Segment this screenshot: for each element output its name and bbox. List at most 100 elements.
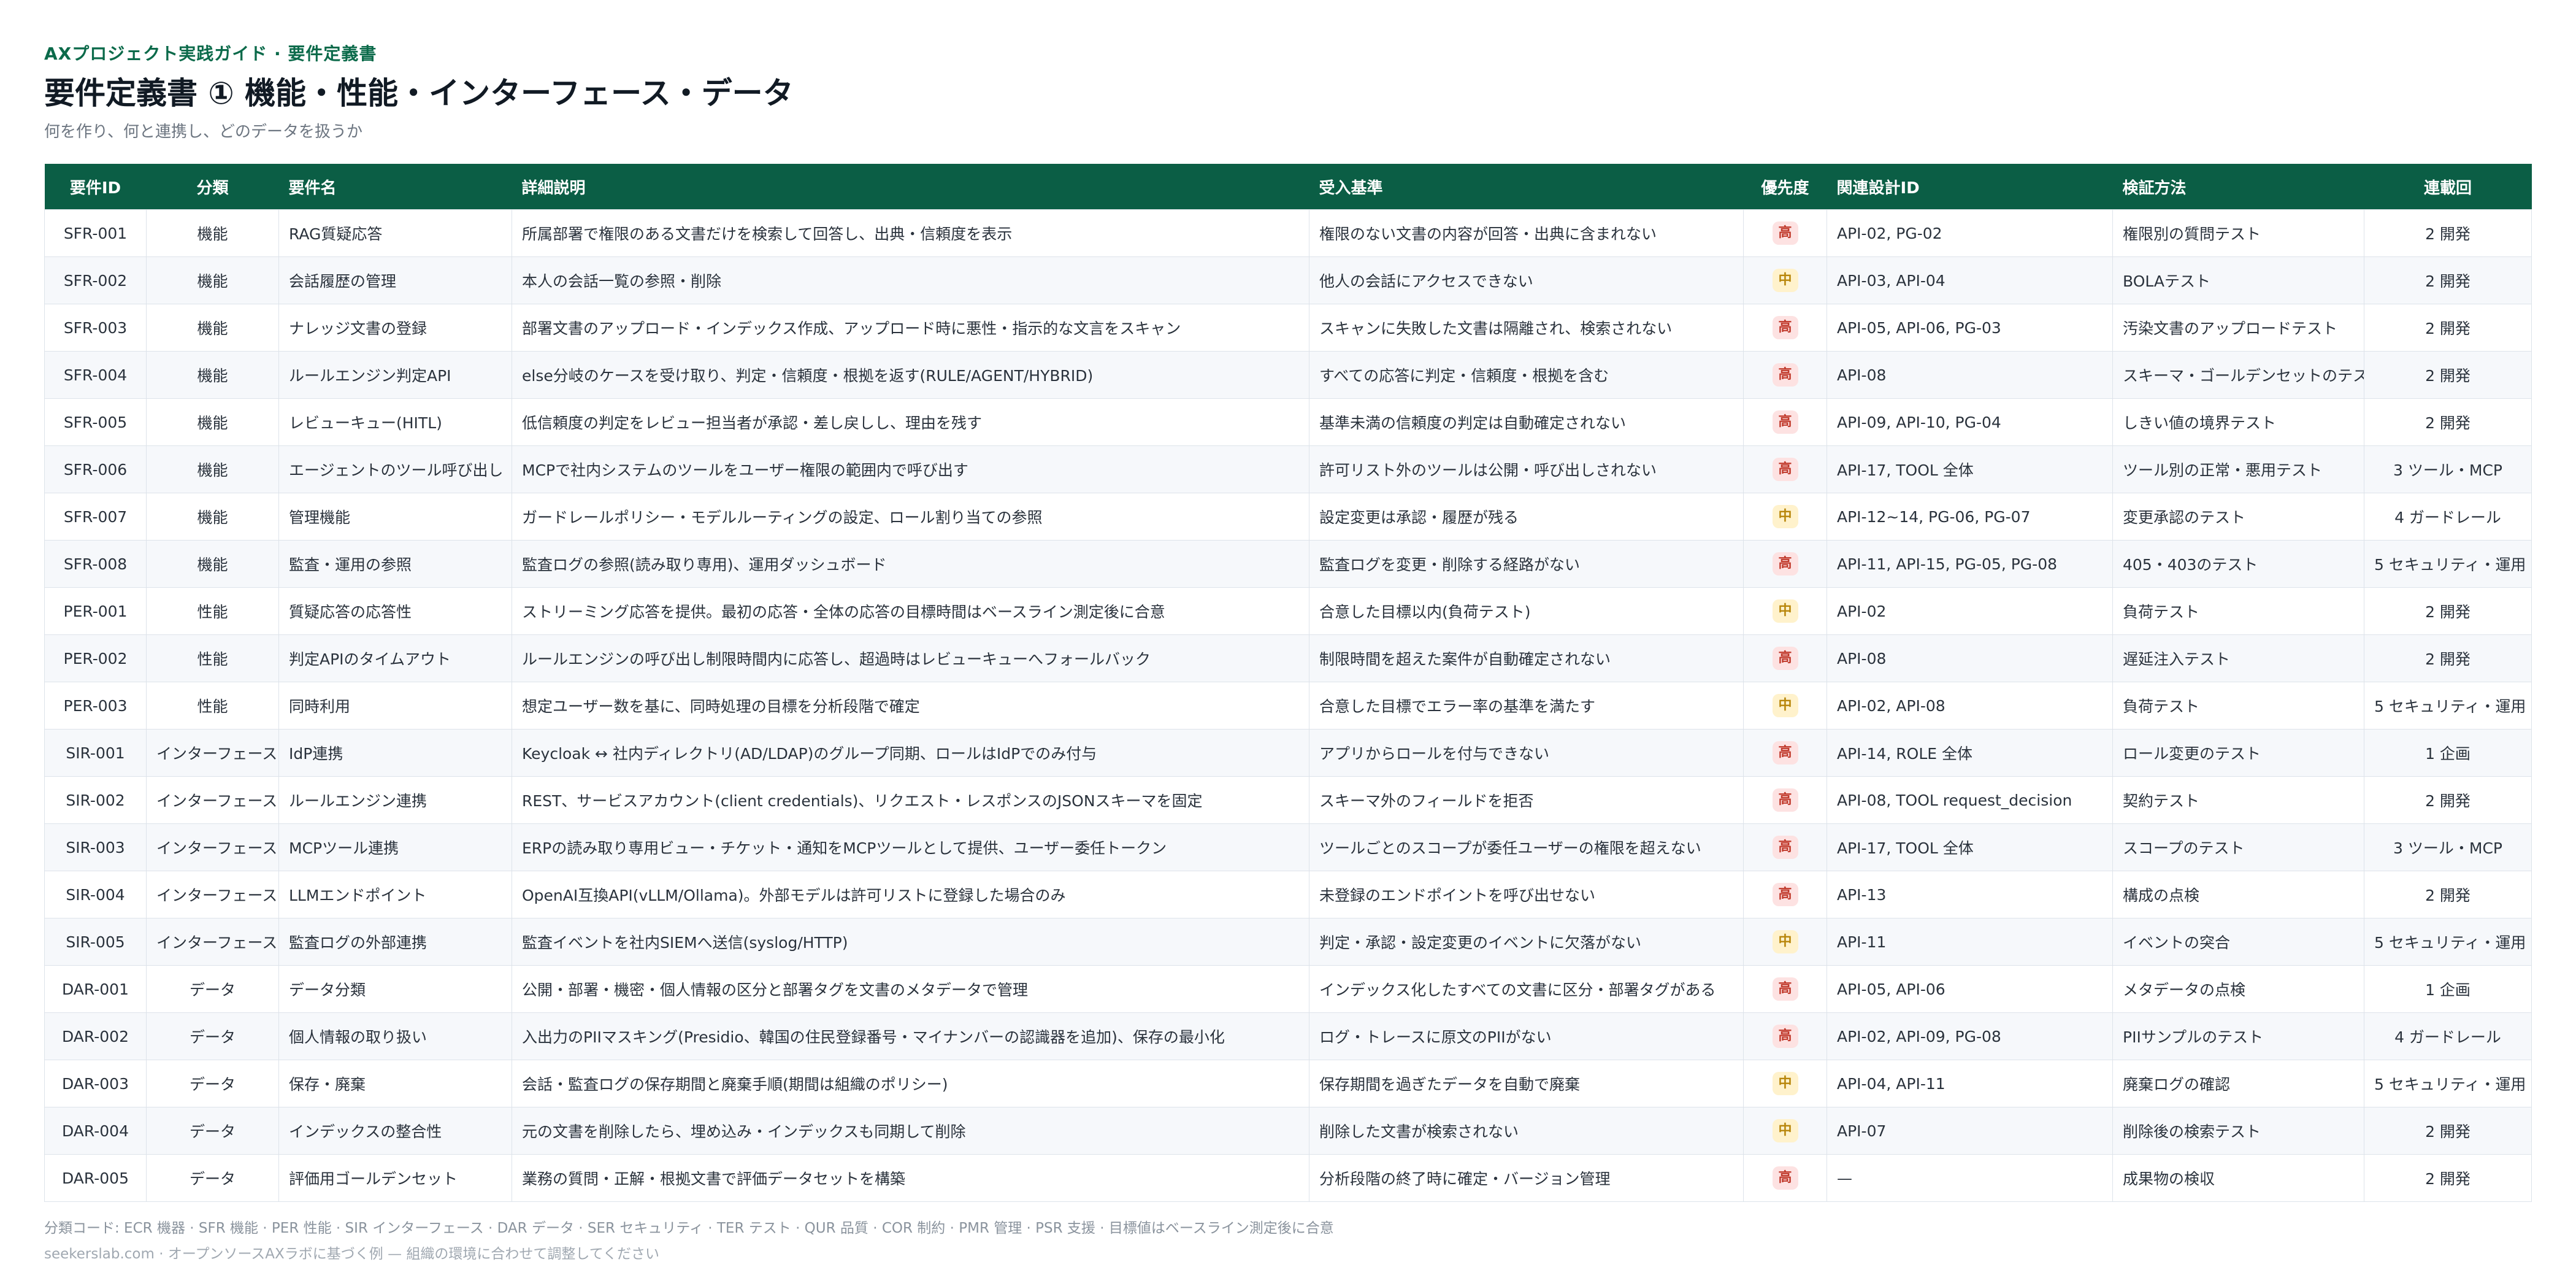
- cell-episode: 3 ツール・MCP: [2364, 823, 2532, 871]
- priority-badge: 高: [1772, 741, 1798, 764]
- cell-acceptance-criteria: アプリからロールを付与できない: [1309, 729, 1744, 777]
- cell-category: インターフェース: [146, 871, 279, 918]
- col-header-priority: 優先度: [1743, 164, 1827, 210]
- cell-detail: MCPで社内システムのツールをユーザー権限の範囲内で呼び出す: [512, 445, 1309, 493]
- priority-badge: 高: [1772, 552, 1798, 576]
- cell-requirement-id: DAR-005: [44, 1154, 147, 1202]
- cell-design-id: API-04, API-11: [1827, 1060, 2113, 1107]
- table-body: SFR-001 機能 RAG質疑応答 所属部署で権限のある文書だけを検索して回答し、出…: [44, 209, 2532, 1202]
- cell-design-id: API-17, TOOL 全体: [1827, 823, 2113, 871]
- cell-category: データ: [146, 1154, 279, 1202]
- cell-design-id: API-02: [1827, 587, 2113, 635]
- cell-design-id: —: [1827, 1154, 2113, 1202]
- cell-category: 機能: [146, 398, 279, 446]
- cell-priority: 高: [1743, 1154, 1827, 1202]
- cell-verification-method: 負荷テスト: [2112, 682, 2364, 730]
- table-header: 要件ID 分類 要件名 詳細説明 受入基準 優先度 関連設計ID 検証方法 連載…: [44, 164, 2532, 210]
- cell-verification-method: 変更承認のテスト: [2112, 493, 2364, 541]
- cell-requirement-name: 管理機能: [278, 493, 512, 541]
- cell-requirement-name: インデックスの整合性: [278, 1107, 512, 1155]
- cell-design-id: API-11, API-15, PG-05, PG-08: [1827, 540, 2113, 588]
- cell-acceptance-criteria: ツールごとのスコープが委任ユーザーの権限を超えない: [1309, 823, 1744, 871]
- cell-design-id: API-08: [1827, 351, 2113, 399]
- table-row: SFR-001 機能 RAG質疑応答 所属部署で権限のある文書だけを検索して回答し、出…: [44, 209, 2532, 257]
- cell-episode: 5 セキュリティ・運用: [2364, 540, 2532, 588]
- cell-priority: 高: [1743, 871, 1827, 918]
- cell-category: 機能: [146, 540, 279, 588]
- table-row: SIR-005 インターフェース 監査ログの外部連携 監査イベントを社内SIEMへ送信…: [44, 918, 2532, 966]
- col-header-design: 関連設計ID: [1827, 164, 2113, 210]
- cell-category: インターフェース: [146, 729, 279, 777]
- cell-detail: ERPの読み取り専用ビュー・チケット・通知をMCPツールとして提供、ユーザー委任…: [512, 823, 1309, 871]
- cell-acceptance-criteria: 分析段階の終了時に確定・バージョン管理: [1309, 1154, 1744, 1202]
- cell-acceptance-criteria: 保存期間を過ぎたデータを自動で廃棄: [1309, 1060, 1744, 1107]
- priority-badge: 高: [1772, 788, 1798, 812]
- cell-design-id: API-17, TOOL 全体: [1827, 445, 2113, 493]
- cell-detail: 本人の会話一覧の参照・削除: [512, 256, 1309, 304]
- cell-detail: 監査イベントを社内SIEMへ送信(syslog/HTTP): [512, 918, 1309, 966]
- cell-priority: 高: [1743, 729, 1827, 777]
- cell-requirement-id: SFR-002: [44, 256, 147, 304]
- cell-requirement-id: SFR-003: [44, 304, 147, 352]
- source-credit: seekerslab.com · オープンソースAXラボに基づく例 — 組織の環…: [44, 1246, 660, 1262]
- cell-episode: 2 開発: [2364, 398, 2532, 446]
- cell-requirement-id: SIR-005: [44, 918, 147, 966]
- cell-requirement-id: SFR-001: [44, 209, 147, 257]
- cell-requirement-id: SIR-003: [44, 823, 147, 871]
- cell-priority: 中: [1743, 682, 1827, 730]
- table-row: SIR-004 インターフェース LLMエンドポイント OpenAI互換API(vLL…: [44, 871, 2532, 918]
- cell-priority: 高: [1743, 540, 1827, 588]
- priority-badge: 高: [1772, 458, 1798, 481]
- cell-acceptance-criteria: 制限時間を超えた案件が自動確定されない: [1309, 634, 1744, 682]
- cell-design-id: API-13: [1827, 871, 2113, 918]
- cell-detail: OpenAI互換API(vLLM/Ollama)。外部モデルは許可リストに登録し…: [512, 871, 1309, 918]
- cell-requirement-id: DAR-002: [44, 1012, 147, 1060]
- cell-episode: 2 開発: [2364, 1154, 2532, 1202]
- cell-requirement-name: 判定APIのタイムアウト: [278, 634, 512, 682]
- eyebrow-label: AXプロジェクト実践ガイド · 要件定義書: [44, 44, 377, 64]
- cell-episode: 5 セキュリティ・運用: [2364, 1060, 2532, 1107]
- cell-requirement-name: LLMエンドポイント: [278, 871, 512, 918]
- table-row: SFR-006 機能 エージェントのツール呼び出し MCPで社内システムのツールをユー…: [44, 445, 2532, 493]
- cell-acceptance-criteria: 基準未満の信頼度の判定は自動確定されない: [1309, 398, 1744, 446]
- cell-acceptance-criteria: 許可リスト外のツールは公開・呼び出しされない: [1309, 445, 1744, 493]
- cell-requirement-name: データ分類: [278, 965, 512, 1013]
- cell-acceptance-criteria: すべての応答に判定・信頼度・根拠を含む: [1309, 351, 1744, 399]
- page-subtitle: 何を作り、何と連携し、どのデータを扱うか: [44, 123, 362, 141]
- table-row: DAR-003 データ 保存・廃棄 会話・監査ログの保存期間と廃棄手順(期間は組織のポ…: [44, 1060, 2532, 1107]
- col-header-verify: 検証方法: [2112, 164, 2364, 210]
- cell-category: 機能: [146, 304, 279, 352]
- cell-acceptance-criteria: スキャンに失敗した文書は隔離され、検索されない: [1309, 304, 1744, 352]
- cell-detail: 入出力のPIIマスキング(Presidio、韓国の住民登録番号・マイナンバーの認…: [512, 1012, 1309, 1060]
- cell-category: データ: [146, 1107, 279, 1155]
- cell-requirement-id: SFR-008: [44, 540, 147, 588]
- cell-design-id: API-02, PG-02: [1827, 209, 2113, 257]
- cell-detail: 元の文書を削除したら、埋め込み・インデックスも同期して削除: [512, 1107, 1309, 1155]
- cell-verification-method: 権限別の質問テスト: [2112, 209, 2364, 257]
- cell-requirement-id: SFR-006: [44, 445, 147, 493]
- table-row: SFR-004 機能 ルールエンジン判定API else分岐のケースを受け取り、判定・…: [44, 351, 2532, 399]
- cell-requirement-id: DAR-003: [44, 1060, 147, 1107]
- priority-badge: 高: [1772, 977, 1798, 1001]
- cell-category: 性能: [146, 587, 279, 635]
- cell-verification-method: 成果物の検収: [2112, 1154, 2364, 1202]
- table-row: SFR-007 機能 管理機能 ガードレールポリシー・モデルルーティングの設定、ロール…: [44, 493, 2532, 541]
- priority-badge: 高: [1772, 1166, 1798, 1190]
- cell-acceptance-criteria: スキーマ外のフィールドを拒否: [1309, 776, 1744, 824]
- cell-design-id: API-14, ROLE 全体: [1827, 729, 2113, 777]
- cell-verification-method: 負荷テスト: [2112, 587, 2364, 635]
- cell-episode: 2 開発: [2364, 256, 2532, 304]
- cell-acceptance-criteria: 未登録のエンドポイントを呼び出せない: [1309, 871, 1744, 918]
- priority-badge: 中: [1772, 269, 1798, 292]
- cell-priority: 高: [1743, 776, 1827, 824]
- cell-acceptance-criteria: インデックス化したすべての文書に区分・部署タグがある: [1309, 965, 1744, 1013]
- cell-priority: 高: [1743, 965, 1827, 1013]
- category-code-legend: 分類コード: ECR 機器 · SFR 機能 · PER 性能 · SIR イン…: [44, 1220, 1334, 1236]
- cell-requirement-name: MCPツール連携: [278, 823, 512, 871]
- cell-detail: ルールエンジンの呼び出し制限時間内に応答し、超過時はレビューキューへフォールバッ…: [512, 634, 1309, 682]
- col-header-category: 分類: [146, 164, 279, 210]
- priority-badge: 高: [1772, 221, 1798, 245]
- cell-verification-method: ロール変更のテスト: [2112, 729, 2364, 777]
- cell-category: 機能: [146, 493, 279, 541]
- cell-design-id: API-09, API-10, PG-04: [1827, 398, 2113, 446]
